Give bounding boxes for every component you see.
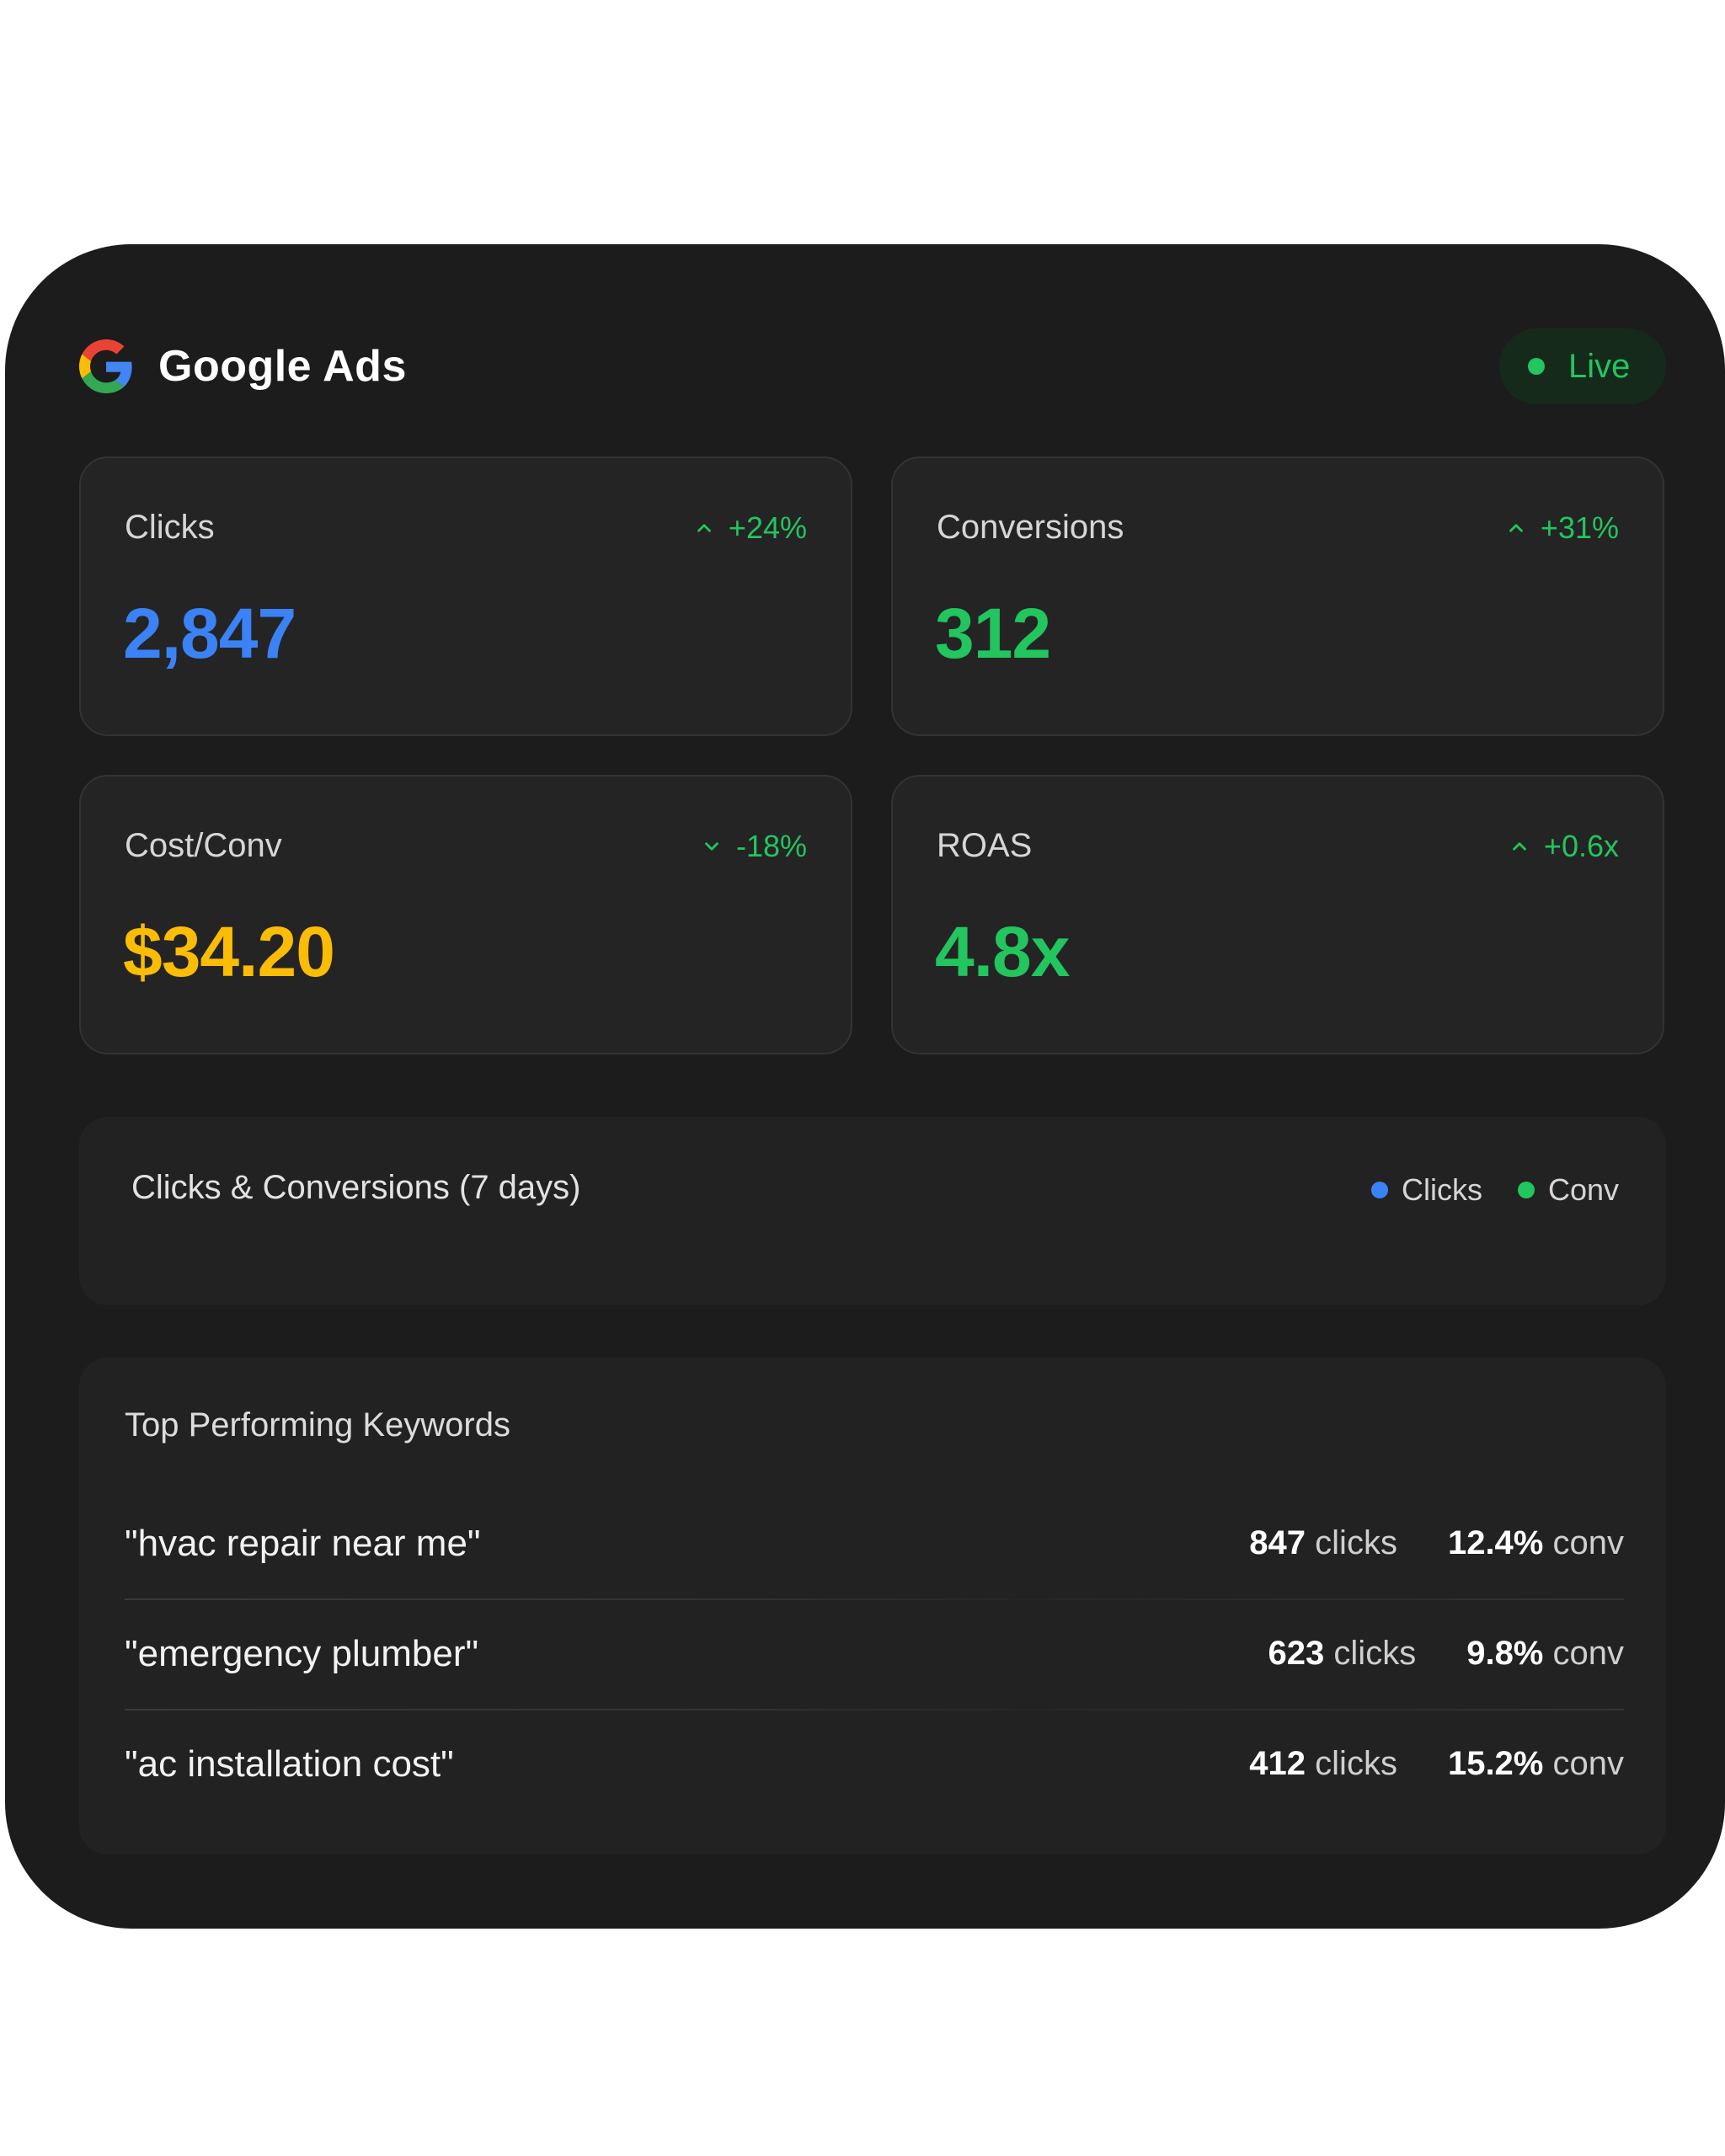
metric-value: 2,847: [123, 594, 296, 673]
clicks-unit: clicks: [1333, 1635, 1417, 1672]
legend-dot-icon: [1370, 1182, 1388, 1198]
legend-label: Conv: [1547, 1172, 1619, 1207]
chevron-up-icon: [1513, 842, 1526, 851]
conv-unit: conv: [1552, 1745, 1625, 1782]
chart-legend: Clicks Conv: [1370, 1172, 1619, 1208]
chevron-down-icon: [705, 842, 718, 851]
keyword-stats: 847 clicks 12.4% conv: [1249, 1524, 1624, 1562]
live-dot-icon: [1528, 358, 1545, 375]
metric-change: +24%: [693, 510, 807, 546]
metric-change-value: +0.6x: [1543, 829, 1619, 863]
keyword-text: "emergency plumber": [125, 1632, 479, 1674]
clicks-unit: clicks: [1315, 1745, 1397, 1782]
metric-change-value: +31%: [1540, 510, 1619, 545]
metric-card-roas: ROAS +0.6x 4.8x: [891, 775, 1664, 1054]
conv-unit: conv: [1552, 1635, 1625, 1672]
metric-label: Clicks: [125, 509, 215, 546]
keyword-clicks: 847 clicks: [1249, 1524, 1397, 1562]
metric-change-value: -18%: [735, 829, 807, 863]
keyword-text: "hvac repair near me": [125, 1522, 481, 1564]
metric-value: $34.20: [123, 912, 335, 991]
keyword-row[interactable]: "emergency plumber" 623 clicks 9.8% conv: [125, 1598, 1624, 1709]
keywords-list: "hvac repair near me" 847 clicks 12.4% c…: [125, 1488, 1624, 1819]
metric-card-conversions: Conversions +31% 312: [891, 456, 1664, 736]
live-status-label: Live: [1568, 347, 1631, 385]
metric-change: +31%: [1505, 510, 1619, 546]
metric-label: Cost/Conv: [125, 827, 282, 864]
keyword-clicks: 412 clicks: [1249, 1745, 1397, 1783]
metric-change-value: +24%: [728, 510, 807, 545]
metric-card-clicks: Clicks +24% 2,847: [79, 456, 852, 736]
metric-card-cost-per-conv: Cost/Conv -18% $34.20: [79, 775, 852, 1054]
chart-title: Clicks & Conversions (7 days): [131, 1169, 581, 1206]
google-ads-widget: Google Ads Live Clicks +24% 2,847 Conver…: [5, 244, 1725, 1929]
keyword-text: "ac installation cost": [125, 1742, 454, 1785]
keyword-conv: 15.2% conv: [1448, 1745, 1624, 1783]
conv-value: 9.8%: [1466, 1635, 1544, 1672]
clicks-value: 623: [1268, 1635, 1325, 1672]
brand: Google Ads: [79, 339, 407, 393]
clicks-conversions-chart: Clicks & Conversions (7 days) Clicks Con…: [79, 1117, 1666, 1305]
metric-label: Conversions: [937, 509, 1124, 546]
app-title: Google Ads: [158, 342, 407, 391]
legend-dot-icon: [1517, 1182, 1535, 1198]
chevron-up-icon: [1509, 524, 1523, 532]
keyword-row[interactable]: "ac installation cost" 412 clicks 15.2% …: [125, 1709, 1624, 1819]
keyword-clicks: 623 clicks: [1268, 1635, 1417, 1673]
clicks-value: 847: [1249, 1524, 1306, 1561]
legend-label: Clicks: [1401, 1172, 1482, 1207]
top-keywords-card: Top Performing Keywords "hvac repair nea…: [79, 1358, 1666, 1854]
metric-value: 312: [935, 594, 1051, 673]
keyword-stats: 623 clicks 9.8% conv: [1268, 1635, 1624, 1673]
clicks-value: 412: [1249, 1745, 1306, 1782]
conv-value: 12.4%: [1447, 1524, 1544, 1561]
metric-change: +0.6x: [1509, 829, 1619, 864]
google-g-icon: [79, 339, 132, 393]
keyword-stats: 412 clicks 15.2% conv: [1249, 1745, 1624, 1783]
metric-change: -18%: [701, 829, 807, 864]
legend-item-conv: Conv: [1517, 1172, 1619, 1208]
conv-value: 15.2%: [1447, 1745, 1544, 1782]
keyword-row[interactable]: "hvac repair near me" 847 clicks 12.4% c…: [125, 1488, 1624, 1598]
clicks-unit: clicks: [1315, 1524, 1397, 1561]
metric-label: ROAS: [937, 827, 1033, 864]
chevron-up-icon: [697, 524, 711, 532]
keyword-conv: 9.8% conv: [1466, 1635, 1624, 1673]
keywords-title: Top Performing Keywords: [125, 1406, 510, 1444]
widget-header: Google Ads Live: [79, 328, 1666, 404]
conv-unit: conv: [1552, 1524, 1625, 1561]
legend-item-clicks: Clicks: [1370, 1172, 1482, 1208]
metric-value: 4.8x: [935, 912, 1070, 991]
live-status-badge: Live: [1499, 328, 1666, 404]
keyword-conv: 12.4% conv: [1448, 1524, 1624, 1562]
